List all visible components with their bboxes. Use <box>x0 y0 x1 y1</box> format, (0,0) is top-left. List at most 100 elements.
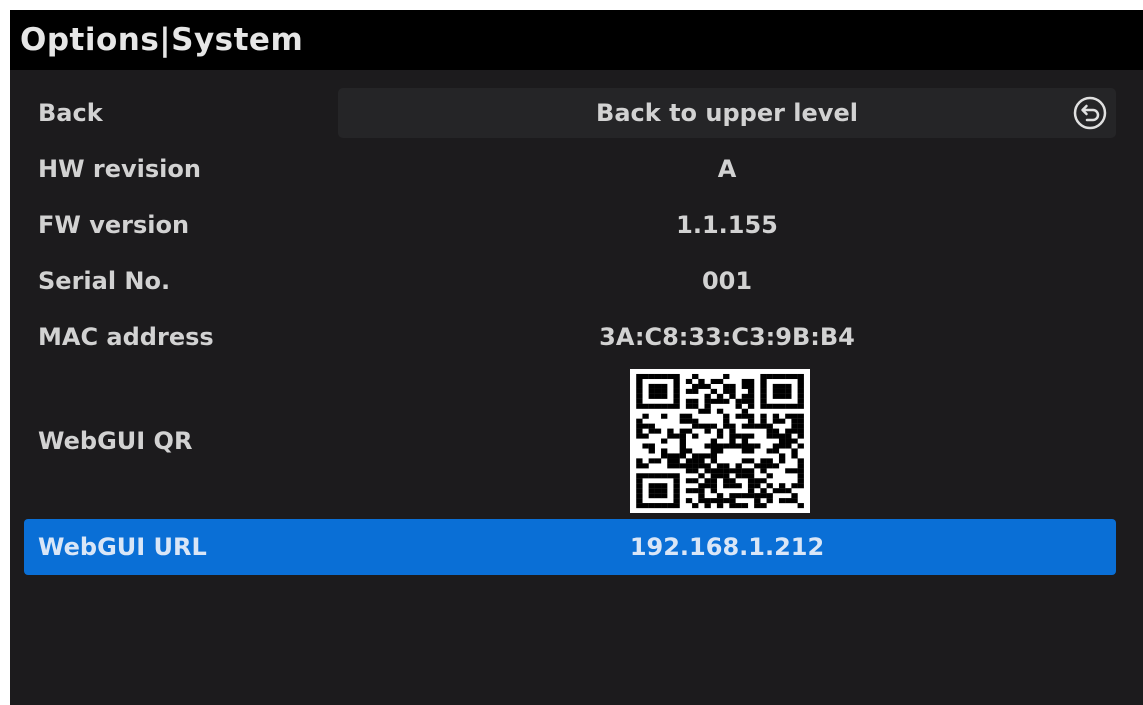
qr-module <box>685 403 693 409</box>
page-title: Options|System <box>10 10 1143 70</box>
qr-module <box>679 413 686 419</box>
qr-code-icon <box>630 369 810 513</box>
qr-module <box>747 488 755 494</box>
hw-revision-value: A <box>717 155 737 183</box>
qr-module <box>661 413 668 419</box>
qr-module <box>772 488 780 494</box>
qr-module <box>648 473 655 479</box>
qr-module <box>673 498 680 504</box>
qr-module <box>729 388 736 394</box>
qr-module <box>747 383 755 389</box>
qr-module <box>716 498 724 504</box>
webgui-qr-label: WebGUI QR <box>38 427 193 455</box>
qr-module <box>785 388 792 394</box>
qr-module <box>723 413 730 419</box>
qr-module <box>785 413 792 419</box>
back-to-upper-level-button[interactable]: Back to upper level <box>338 88 1116 138</box>
qr-module <box>760 373 767 380</box>
qr-module <box>648 458 655 464</box>
webgui-url-row[interactable]: WebGUI URL 192.168.1.212 <box>24 519 1116 575</box>
qr-module <box>667 503 674 509</box>
qr-module <box>741 493 749 499</box>
qr-module <box>754 498 761 504</box>
qr-module <box>729 498 736 504</box>
serial-no-label: Serial No. <box>38 267 171 295</box>
qr-module <box>667 433 674 439</box>
webgui-qr-row[interactable]: WebGUI QR <box>24 367 1116 515</box>
qr-module <box>710 458 718 464</box>
qr-module <box>772 428 780 434</box>
qr-module <box>685 458 693 464</box>
qr-module <box>772 373 780 380</box>
qr-module <box>654 403 662 409</box>
qr-module <box>778 483 786 489</box>
serial-no-row[interactable]: Serial No. 001 <box>24 253 1116 309</box>
qr-module <box>685 488 693 494</box>
qr-module <box>735 403 742 409</box>
qr-module <box>692 403 699 409</box>
qr-module <box>642 473 649 479</box>
qr-module <box>685 428 693 434</box>
qr-module <box>772 433 780 439</box>
qr-module <box>760 418 767 424</box>
hw-revision-label: HW revision <box>38 155 201 183</box>
qr-module <box>679 443 686 449</box>
qr-module <box>673 458 680 464</box>
qr-module <box>685 398 693 404</box>
fw-version-row[interactable]: FW version 1.1.155 <box>24 197 1116 253</box>
hw-revision-row[interactable]: HW revision A <box>24 141 1116 197</box>
qr-module <box>661 493 668 499</box>
qr-module <box>741 393 749 399</box>
qr-module <box>778 388 786 394</box>
qr-module <box>735 398 742 404</box>
qr-module <box>716 473 724 479</box>
qr-module <box>778 458 786 464</box>
qr-module <box>772 403 780 409</box>
qr-module <box>791 428 798 434</box>
qr-module <box>729 438 736 444</box>
qr-module <box>679 448 686 454</box>
qr-module <box>636 503 643 509</box>
qr-module <box>636 488 643 494</box>
qr-module <box>710 398 718 404</box>
qr-module <box>710 448 718 454</box>
qr-module <box>692 458 699 464</box>
qr-module <box>716 428 724 434</box>
qr-module <box>710 453 718 459</box>
qr-module <box>704 468 711 474</box>
qr-module <box>710 443 718 449</box>
qr-module <box>797 418 804 424</box>
qr-module <box>747 393 755 399</box>
qr-module <box>766 458 773 464</box>
qr-module <box>785 393 792 399</box>
qr-module <box>723 463 730 469</box>
qr-module <box>698 493 705 499</box>
qr-module <box>667 403 674 409</box>
qr-module <box>685 413 693 419</box>
qr-module <box>692 398 699 404</box>
qr-module <box>766 498 773 504</box>
qr-module <box>661 373 668 380</box>
qr-module <box>785 403 792 409</box>
qr-module <box>685 463 693 469</box>
mac-address-row[interactable]: MAC address 3A:C8:33:C3:9B:B4 <box>24 309 1116 365</box>
qr-module <box>754 503 761 509</box>
qr-module <box>679 428 686 434</box>
mac-address-label: MAC address <box>38 323 214 351</box>
qr-module <box>772 388 780 394</box>
qr-module <box>772 448 780 454</box>
qr-module <box>716 393 724 399</box>
qr-module <box>747 433 755 439</box>
qr-module <box>791 468 798 474</box>
qr-module <box>716 378 724 384</box>
qr-module <box>760 388 767 394</box>
qr-module <box>754 423 761 429</box>
qr-module <box>716 468 724 474</box>
qr-module <box>698 463 705 469</box>
qr-module <box>704 478 711 484</box>
qr-module <box>698 488 705 494</box>
qr-module <box>797 503 804 509</box>
qr-module <box>741 413 749 419</box>
qr-module <box>716 493 724 499</box>
qr-module <box>698 483 705 489</box>
